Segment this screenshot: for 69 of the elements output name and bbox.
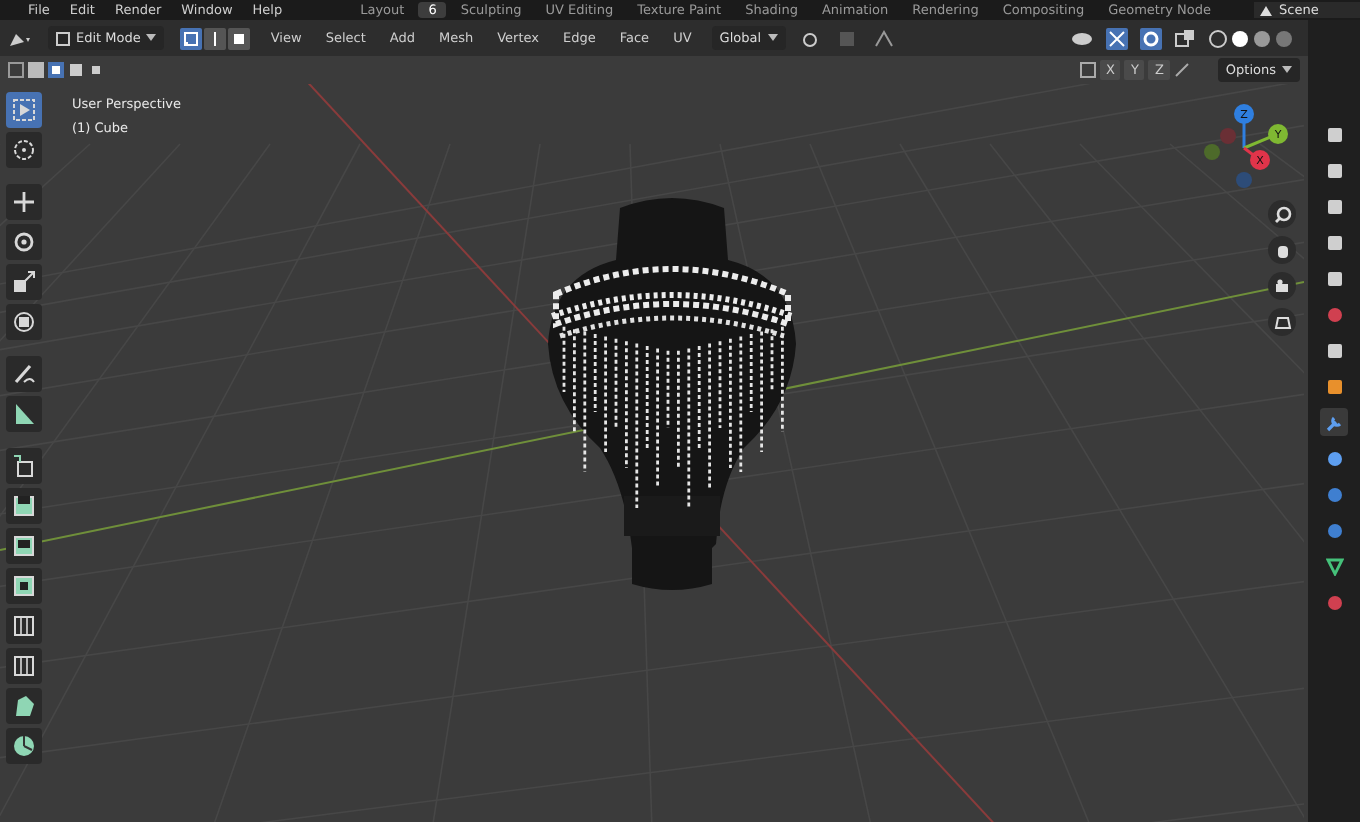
select-intersect-icon[interactable]: [88, 62, 104, 78]
mesh-icon: [12, 694, 36, 718]
perspective-toggle-button[interactable]: [1268, 308, 1296, 336]
square-icon: [1325, 125, 1343, 143]
square-icon: [1325, 197, 1343, 215]
gizmo-toggle-icon[interactable]: [1106, 27, 1128, 49]
overlay-toggle-icon[interactable]: [1140, 27, 1162, 49]
tool-button[interactable]: [6, 184, 42, 220]
spin-icon: [12, 734, 36, 758]
ruler-icon: [12, 402, 36, 426]
scene-icon: [1259, 4, 1274, 16]
tool-button[interactable]: [6, 488, 42, 524]
select-mode-button[interactable]: [204, 27, 227, 49]
square-icon: [1325, 233, 1343, 251]
tool-button[interactable]: [6, 264, 42, 300]
topology-icon[interactable]: [1173, 62, 1190, 78]
pivot-icon[interactable]: [801, 29, 822, 47]
cube-icon: [12, 614, 36, 638]
square-icon: [1325, 161, 1343, 179]
cube-icon: [12, 534, 36, 558]
transform-icon: [12, 310, 36, 334]
tool-button[interactable]: [6, 304, 42, 340]
pen-icon: [12, 362, 36, 386]
wrench-icon: [1325, 413, 1343, 431]
scale-icon: [12, 270, 36, 294]
tool-button[interactable]: [6, 728, 42, 764]
zoom-button[interactable]: [1268, 200, 1296, 228]
visibility-icon[interactable]: [1070, 29, 1094, 47]
rotate-icon: [12, 230, 36, 254]
tool-button[interactable]: [6, 608, 42, 644]
select-mode-button[interactable]: [180, 27, 203, 49]
tool-button[interactable]: [6, 396, 42, 432]
tool-button[interactable]: [6, 568, 42, 604]
cube-icon: [12, 494, 36, 518]
select-invert-icon[interactable]: [68, 62, 84, 78]
tool-button[interactable]: [6, 528, 42, 564]
cube-icon: [12, 454, 36, 478]
tool-button[interactable]: [6, 448, 42, 484]
square-icon: [1325, 341, 1343, 359]
move-icon: [12, 190, 36, 214]
pan-button[interactable]: [1268, 236, 1296, 264]
camera-view-button[interactable]: [1268, 272, 1296, 300]
proportional-edit-icon[interactable]: [873, 29, 894, 47]
vertex-select-icon: [184, 31, 199, 45]
tool-button[interactable]: [6, 688, 42, 724]
select-subtract-icon[interactable]: [48, 62, 64, 78]
mirror-icon[interactable]: [1080, 62, 1097, 78]
properties-tab[interactable]: [1320, 408, 1348, 436]
caret-icon: [767, 34, 778, 42]
square-icon: [1325, 269, 1343, 287]
face-select-icon: [232, 31, 247, 45]
caret-icon: [146, 34, 157, 42]
mesh-icon: [56, 31, 70, 45]
xray-icon[interactable]: [1174, 27, 1196, 49]
grid-icon: [1273, 313, 1291, 331]
cube-icon: [12, 574, 36, 598]
magnifier-icon: [1273, 205, 1291, 223]
editor-type-icon[interactable]: [8, 29, 32, 47]
triangle-icon: [1325, 557, 1343, 575]
caret-icon: [1282, 66, 1292, 74]
target-icon: [12, 138, 36, 162]
tool-button[interactable]: [6, 648, 42, 684]
tool-button[interactable]: [6, 356, 42, 392]
cube-icon: [12, 654, 36, 678]
select-mode-button[interactable]: [228, 27, 251, 49]
tool-button[interactable]: [6, 224, 42, 260]
square-icon: [1325, 377, 1343, 395]
tool-button[interactable]: [6, 132, 42, 168]
select-box-icon[interactable]: [8, 62, 24, 78]
